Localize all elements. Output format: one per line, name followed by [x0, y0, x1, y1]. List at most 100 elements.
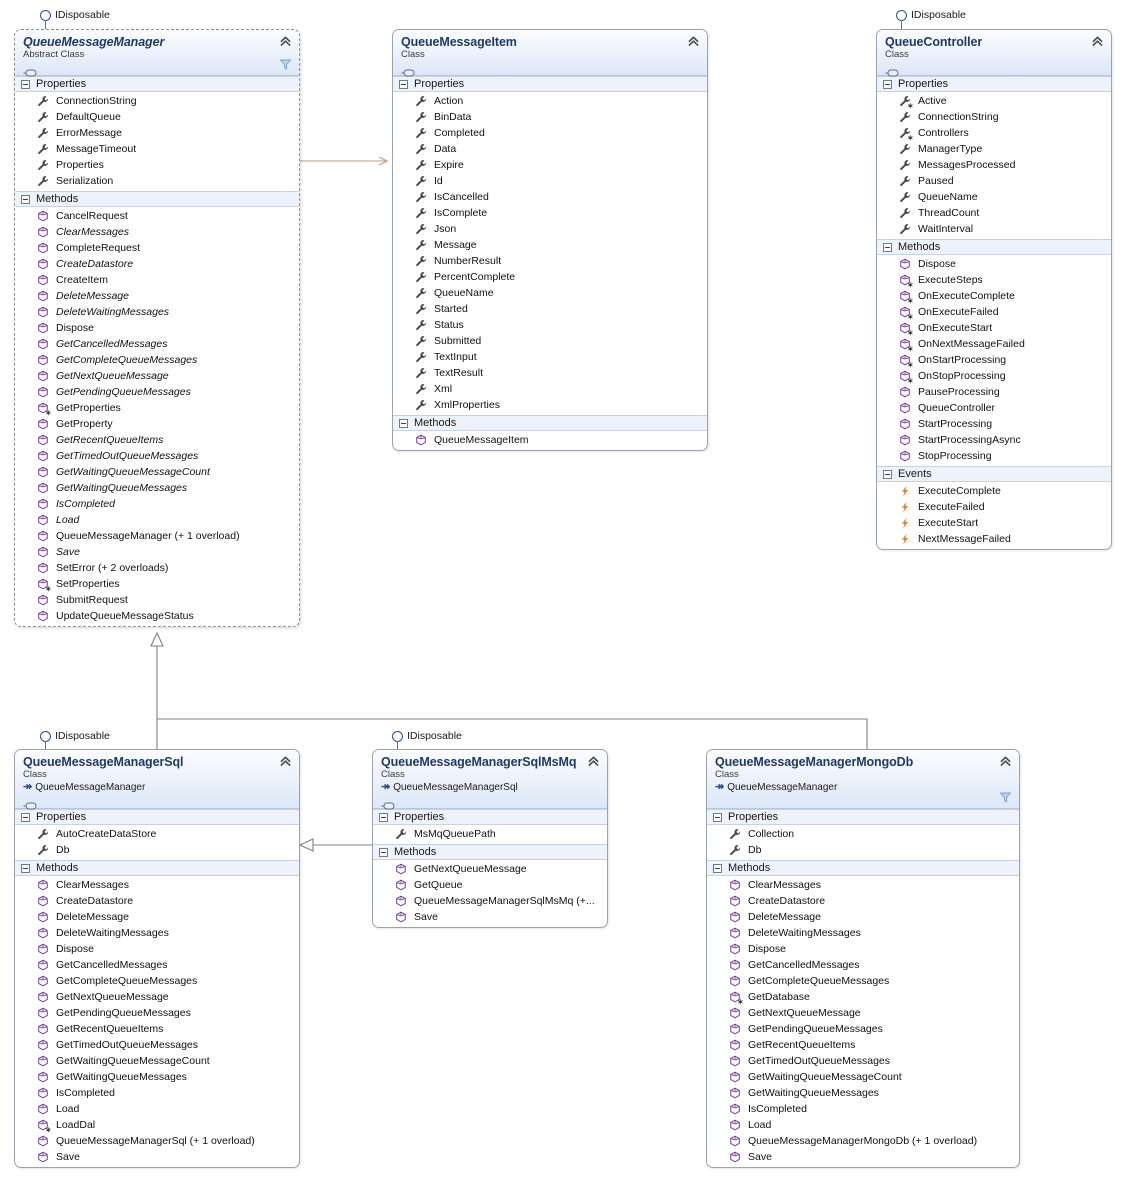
member-row[interactable]: StopProcessing [877, 448, 1111, 464]
member-row[interactable]: ✶ OnNextMessageFailed [877, 336, 1111, 354]
member-row[interactable]: QueueMessageItem [393, 432, 707, 448]
member-row[interactable]: GetProperty [15, 416, 299, 432]
member-row[interactable]: Json [393, 221, 707, 237]
member-row[interactable]: CompleteRequest [15, 240, 299, 256]
member-row[interactable]: Save [707, 1149, 1019, 1165]
member-row[interactable]: GetWaitingQueueMessages [15, 480, 299, 496]
minus-box-icon[interactable] [21, 863, 30, 873]
member-row[interactable]: MessagesProcessed [877, 157, 1111, 173]
member-row[interactable]: QueueMessageManagerMongoDb (+ 1 overload… [707, 1133, 1019, 1149]
interface-lollipop-queue-message-manager[interactable]: IDisposable [40, 9, 110, 38]
member-row[interactable]: ClearMessages [15, 224, 299, 240]
member-row[interactable]: ExecuteStart [877, 515, 1111, 531]
section-header-methods[interactable]: Methods [15, 860, 299, 876]
member-row[interactable]: Dispose [877, 256, 1111, 272]
member-row[interactable]: GetWaitingQueueMessages [707, 1085, 1019, 1101]
member-row[interactable]: GetPendingQueueMessages [707, 1021, 1019, 1037]
member-row[interactable]: DeleteMessage [707, 909, 1019, 925]
member-row[interactable]: Data [393, 141, 707, 157]
member-row[interactable]: Action [393, 93, 707, 109]
member-row[interactable]: StartProcessingAsync [877, 432, 1111, 448]
member-row[interactable]: ConnectionString [877, 109, 1111, 125]
member-row[interactable]: Dispose [15, 320, 299, 336]
member-row[interactable]: ✶ GetProperties [15, 400, 299, 418]
minus-box-icon[interactable] [21, 79, 30, 89]
member-row[interactable]: SubmitRequest [15, 592, 299, 608]
member-row[interactable]: UpdateQueueMessageStatus [15, 608, 299, 624]
member-row[interactable]: ConnectionString [15, 93, 299, 109]
member-row[interactable]: GetPendingQueueMessages [15, 384, 299, 400]
member-row[interactable]: IsCompleted [707, 1101, 1019, 1117]
section-header-properties[interactable]: Properties [877, 76, 1111, 92]
member-row[interactable]: Properties [15, 157, 299, 173]
class-header-queue-message-manager-mongodb[interactable]: QueueMessageManagerMongoDb Class ↠ QueueMes… [707, 750, 1019, 809]
member-row[interactable]: Save [373, 909, 607, 925]
member-row[interactable]: AutoCreateDataStore [15, 826, 299, 842]
member-row[interactable]: XmlProperties [393, 397, 707, 413]
member-row[interactable]: ✶ ExecuteSteps [877, 272, 1111, 290]
minus-box-icon[interactable] [399, 79, 408, 89]
member-row[interactable]: GetRecentQueueItems [15, 1021, 299, 1037]
funnel-icon[interactable] [999, 791, 1012, 804]
member-row[interactable]: TextResult [393, 365, 707, 381]
member-row[interactable]: CancelRequest [15, 208, 299, 224]
class-box-queue-controller[interactable]: QueueController Class Properties ✶ Active Con… [876, 29, 1112, 550]
member-row[interactable]: ✶ OnExecuteFailed [877, 304, 1111, 322]
member-row[interactable]: QueueMessageManager (+ 1 overload) [15, 528, 299, 544]
member-row[interactable]: GetCancelledMessages [15, 957, 299, 973]
minus-box-icon[interactable] [713, 863, 722, 873]
class-box-queue-message-item[interactable]: QueueMessageItem Class Properties Action Bin… [392, 29, 708, 451]
member-row[interactable]: QueueMessageManagerSql (+ 1 overload) [15, 1133, 299, 1149]
class-header-queue-message-manager[interactable]: QueueMessageManager Abstract Class [15, 30, 299, 77]
member-row[interactable]: BinData [393, 109, 707, 125]
section-header-methods[interactable]: Methods [877, 239, 1111, 255]
member-row[interactable]: CreateDatastore [15, 893, 299, 909]
minus-box-icon[interactable] [713, 812, 722, 822]
member-row[interactable]: Save [15, 1149, 299, 1165]
member-row[interactable]: Message [393, 237, 707, 253]
section-header-properties[interactable]: Properties [373, 809, 607, 825]
interface-lollipop-queue-controller[interactable]: IDisposable [896, 9, 966, 38]
member-row[interactable]: GetQueue [373, 877, 607, 893]
member-row[interactable]: StartProcessing [877, 416, 1111, 432]
minus-box-icon[interactable] [379, 847, 388, 857]
member-row[interactable]: DeleteWaitingMessages [707, 925, 1019, 941]
member-row[interactable]: SetError (+ 2 overloads) [15, 560, 299, 576]
member-row[interactable]: ClearMessages [15, 877, 299, 893]
section-header-methods[interactable]: Methods [393, 415, 707, 431]
minus-box-icon[interactable] [21, 812, 30, 822]
class-header-queue-message-manager-sql-msmq[interactable]: QueueMessageManagerSqlMsMq Class ↠ QueueMes… [373, 750, 607, 810]
member-row[interactable]: ExecuteFailed [877, 499, 1111, 515]
class-diagram-canvas[interactable]: IDisposable IDisposable IDisposable IDis… [0, 0, 1123, 1185]
class-base-type[interactable]: ↠ QueueMessageManagerSql [381, 781, 599, 794]
member-row[interactable]: Xml [393, 381, 707, 397]
member-row[interactable]: GetNextQueueMessage [373, 861, 607, 877]
minus-box-icon[interactable] [21, 194, 30, 204]
chevron-double-up-icon[interactable] [279, 35, 292, 48]
member-row[interactable]: GetNextQueueMessage [15, 368, 299, 384]
member-row[interactable]: GetWaitingQueueMessageCount [15, 464, 299, 480]
class-box-queue-message-manager[interactable]: QueueMessageManager Abstract Class Propert… [14, 29, 300, 627]
class-box-queue-message-manager-sql[interactable]: QueueMessageManagerSql Class ↠ QueueMessage… [14, 749, 300, 1168]
member-row[interactable]: ErrorMessage [15, 125, 299, 141]
member-row[interactable]: QueueName [393, 285, 707, 301]
section-header-properties[interactable]: Properties [393, 76, 707, 92]
member-row[interactable]: ✶ OnStartProcessing [877, 352, 1111, 370]
class-base-type[interactable]: ↠ QueueMessageManager [23, 781, 291, 794]
member-row[interactable]: Save [15, 544, 299, 560]
section-header-events[interactable]: Events [877, 466, 1111, 482]
member-row[interactable]: ✶ OnStopProcessing [877, 368, 1111, 386]
chevron-double-up-icon[interactable] [687, 35, 700, 48]
chevron-double-up-icon[interactable] [587, 755, 600, 768]
chevron-double-up-icon[interactable] [279, 755, 292, 768]
member-row[interactable]: MessageTimeout [15, 141, 299, 157]
member-row[interactable]: IsCompleted [15, 1085, 299, 1101]
member-row[interactable]: CreateDatastore [15, 256, 299, 272]
member-row[interactable]: Started [393, 301, 707, 317]
member-row[interactable]: GetWaitingQueueMessageCount [707, 1069, 1019, 1085]
section-header-properties[interactable]: Properties [15, 76, 299, 92]
minus-box-icon[interactable] [883, 79, 892, 89]
member-row[interactable]: TextInput [393, 349, 707, 365]
member-row[interactable]: Db [15, 842, 299, 858]
member-row[interactable]: ThreadCount [877, 205, 1111, 221]
